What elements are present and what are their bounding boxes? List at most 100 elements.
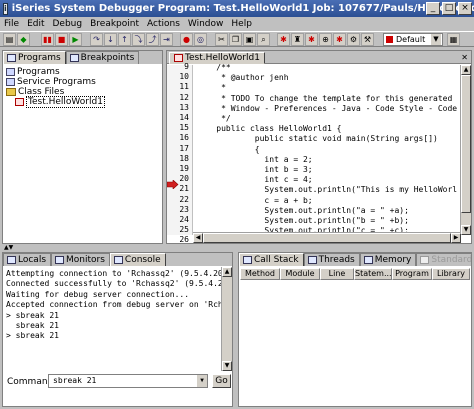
line-number: 26 bbox=[179, 235, 189, 244]
lock-icon[interactable]: ♜ bbox=[291, 33, 304, 46]
code-line: int b = 3; bbox=[197, 165, 313, 174]
console-vertical-scrollbar[interactable]: ▲ ▼ bbox=[221, 267, 232, 371]
chevron-down-icon[interactable]: ▼ bbox=[431, 34, 441, 45]
tab-threads[interactable]: Threads bbox=[303, 253, 360, 266]
target-icon[interactable]: ⊕ bbox=[319, 33, 332, 46]
panel-splitter[interactable]: ▲▼ bbox=[0, 244, 474, 251]
programs-panel: Programs Breakpoints Programs Service Pr… bbox=[2, 50, 163, 244]
close-tab-icon[interactable]: ✕ bbox=[461, 53, 468, 62]
layout-icon[interactable]: ▦ bbox=[447, 33, 460, 46]
tab-console[interactable]: Console bbox=[109, 253, 166, 266]
stop-icon[interactable]: ■ bbox=[55, 33, 68, 46]
step-return-icon[interactable]: ↑ bbox=[118, 33, 131, 46]
tab-locals[interactable]: Locals bbox=[3, 253, 52, 266]
scroll-thumb[interactable] bbox=[461, 75, 471, 213]
step-out-icon[interactable]: ⤴ bbox=[146, 33, 159, 46]
title-bar: i iSeries System Debugger Program: Test.… bbox=[0, 0, 474, 17]
open-icon[interactable]: ▤ bbox=[3, 33, 16, 46]
console-scroll-down-icon[interactable]: ▼ bbox=[222, 361, 232, 371]
menu-window[interactable]: Window bbox=[188, 19, 224, 29]
threads-tab-icon bbox=[307, 256, 317, 264]
column-statement[interactable]: Statem... bbox=[354, 268, 392, 280]
tab-call-stack[interactable]: Call Stack bbox=[239, 253, 304, 266]
breakpoint-icon[interactable]: ● bbox=[180, 33, 193, 46]
line-number: 9 bbox=[184, 62, 189, 71]
line-number: 19 bbox=[179, 164, 189, 173]
command-input-value: sbreak 21 bbox=[53, 376, 97, 385]
scroll-left-icon[interactable]: ◀ bbox=[193, 233, 203, 243]
console-scroll-up-icon[interactable]: ▲ bbox=[222, 267, 232, 277]
go-button[interactable]: Go bbox=[212, 374, 231, 388]
find-icon[interactable]: ⌕ bbox=[257, 33, 270, 46]
line-number: 21 bbox=[179, 184, 189, 194]
step-over-icon[interactable]: ↷ bbox=[90, 33, 103, 46]
column-program[interactable]: Program bbox=[392, 268, 432, 280]
tab-programs[interactable]: Programs bbox=[3, 51, 66, 64]
code-line: System.out.println("a = " +a); bbox=[197, 205, 409, 215]
menu-debug[interactable]: Debug bbox=[53, 19, 83, 29]
tab-breakpoints[interactable]: Breakpoints bbox=[65, 51, 140, 64]
column-line[interactable]: Line bbox=[320, 268, 354, 280]
code-line: * TODO To change the template for this g… bbox=[197, 93, 453, 103]
tree-item-programs[interactable]: Programs bbox=[6, 67, 60, 77]
connect-icon[interactable]: ◆ bbox=[17, 33, 30, 46]
line-number: 10 bbox=[179, 72, 189, 82]
tree-item-helloworld1[interactable]: Test.HelloWorld1 bbox=[15, 96, 105, 108]
code-line: /** bbox=[197, 63, 231, 72]
column-module[interactable]: Module bbox=[280, 268, 320, 280]
source-editor-panel: Test.HelloWorld1 ✕ 9 10 11 12 13 14 15 16 17 18 19… bbox=[166, 50, 472, 244]
code-line: public static void main(String args[]) bbox=[197, 134, 438, 144]
pause-icon[interactable]: ▮▮ bbox=[41, 33, 54, 46]
settings-icon[interactable]: ⚙ bbox=[347, 33, 360, 46]
step-icon[interactable]: ⤵ bbox=[132, 33, 145, 46]
menu-file[interactable]: File bbox=[4, 19, 19, 29]
step-into-icon[interactable]: ↓ bbox=[104, 33, 117, 46]
tools-icon[interactable]: ⚒ bbox=[361, 33, 374, 46]
menu-edit[interactable]: Edit bbox=[27, 19, 44, 29]
code-line: */ bbox=[197, 114, 231, 123]
app-icon[interactable]: i bbox=[3, 2, 8, 15]
environment-select[interactable]: Default ▼ bbox=[383, 33, 443, 46]
minimize-button[interactable]: _ bbox=[426, 2, 440, 15]
copy-icon[interactable]: ❐ bbox=[229, 33, 242, 46]
bug-icon-1[interactable]: ✱ bbox=[277, 33, 290, 46]
run-icon[interactable]: ▶ bbox=[69, 33, 82, 46]
code-line: public class HelloWorld1 { bbox=[197, 124, 342, 134]
scroll-up-icon[interactable]: ▲ bbox=[461, 65, 471, 75]
line-number: 13 bbox=[179, 102, 189, 112]
tab-standard-io[interactable]: Standard I/O bbox=[416, 253, 471, 266]
command-history-chevron-icon[interactable]: ▼ bbox=[197, 375, 207, 387]
code-line: * @author jenh bbox=[197, 73, 289, 83]
watch-icon[interactable]: ◎ bbox=[194, 33, 207, 46]
console-panel: Locals Monitors Console Attempting conne… bbox=[2, 252, 233, 407]
step-skip-icon[interactable]: ⇥ bbox=[160, 33, 173, 46]
source-vertical-scrollbar[interactable]: ▲ ▼ bbox=[460, 65, 471, 235]
source-horizontal-scrollbar[interactable]: ◀ ▶ bbox=[193, 232, 461, 243]
paste-icon[interactable]: ▣ bbox=[243, 33, 256, 46]
splitter-arrows-icon[interactable]: ▲▼ bbox=[4, 244, 13, 251]
tree-item-service-programs[interactable]: Service Programs bbox=[6, 77, 96, 87]
menu-breakpoint[interactable]: Breakpoint bbox=[90, 19, 139, 29]
cut-icon[interactable]: ✂ bbox=[215, 33, 228, 46]
console-line: > sbreak 21 bbox=[6, 331, 59, 341]
bug-icon-2[interactable]: ✱ bbox=[305, 33, 318, 46]
maximize-button[interactable]: □ bbox=[442, 2, 456, 15]
programs-tab-icon bbox=[7, 54, 16, 62]
scroll-down-icon[interactable]: ▼ bbox=[461, 225, 471, 235]
console-line: > sbreak 21 bbox=[6, 310, 59, 320]
column-library[interactable]: Library bbox=[432, 268, 470, 280]
column-method[interactable]: Method bbox=[240, 268, 280, 280]
scroll-thumb-h[interactable] bbox=[203, 233, 451, 243]
menu-actions[interactable]: Actions bbox=[147, 19, 180, 29]
command-input[interactable]: sbreak 21 ▼ bbox=[48, 374, 208, 388]
line-number: 14 bbox=[179, 113, 189, 122]
close-button[interactable]: × bbox=[458, 2, 472, 15]
scroll-right-icon[interactable]: ▶ bbox=[451, 233, 461, 243]
bug-icon-3[interactable]: ✱ bbox=[333, 33, 346, 46]
line-number: 17 bbox=[179, 143, 189, 153]
menu-help[interactable]: Help bbox=[231, 19, 252, 29]
memory-tab-icon bbox=[363, 256, 373, 264]
line-number: 22 bbox=[179, 194, 189, 204]
tab-memory[interactable]: Memory bbox=[359, 253, 417, 266]
tab-monitors[interactable]: Monitors bbox=[51, 253, 110, 266]
